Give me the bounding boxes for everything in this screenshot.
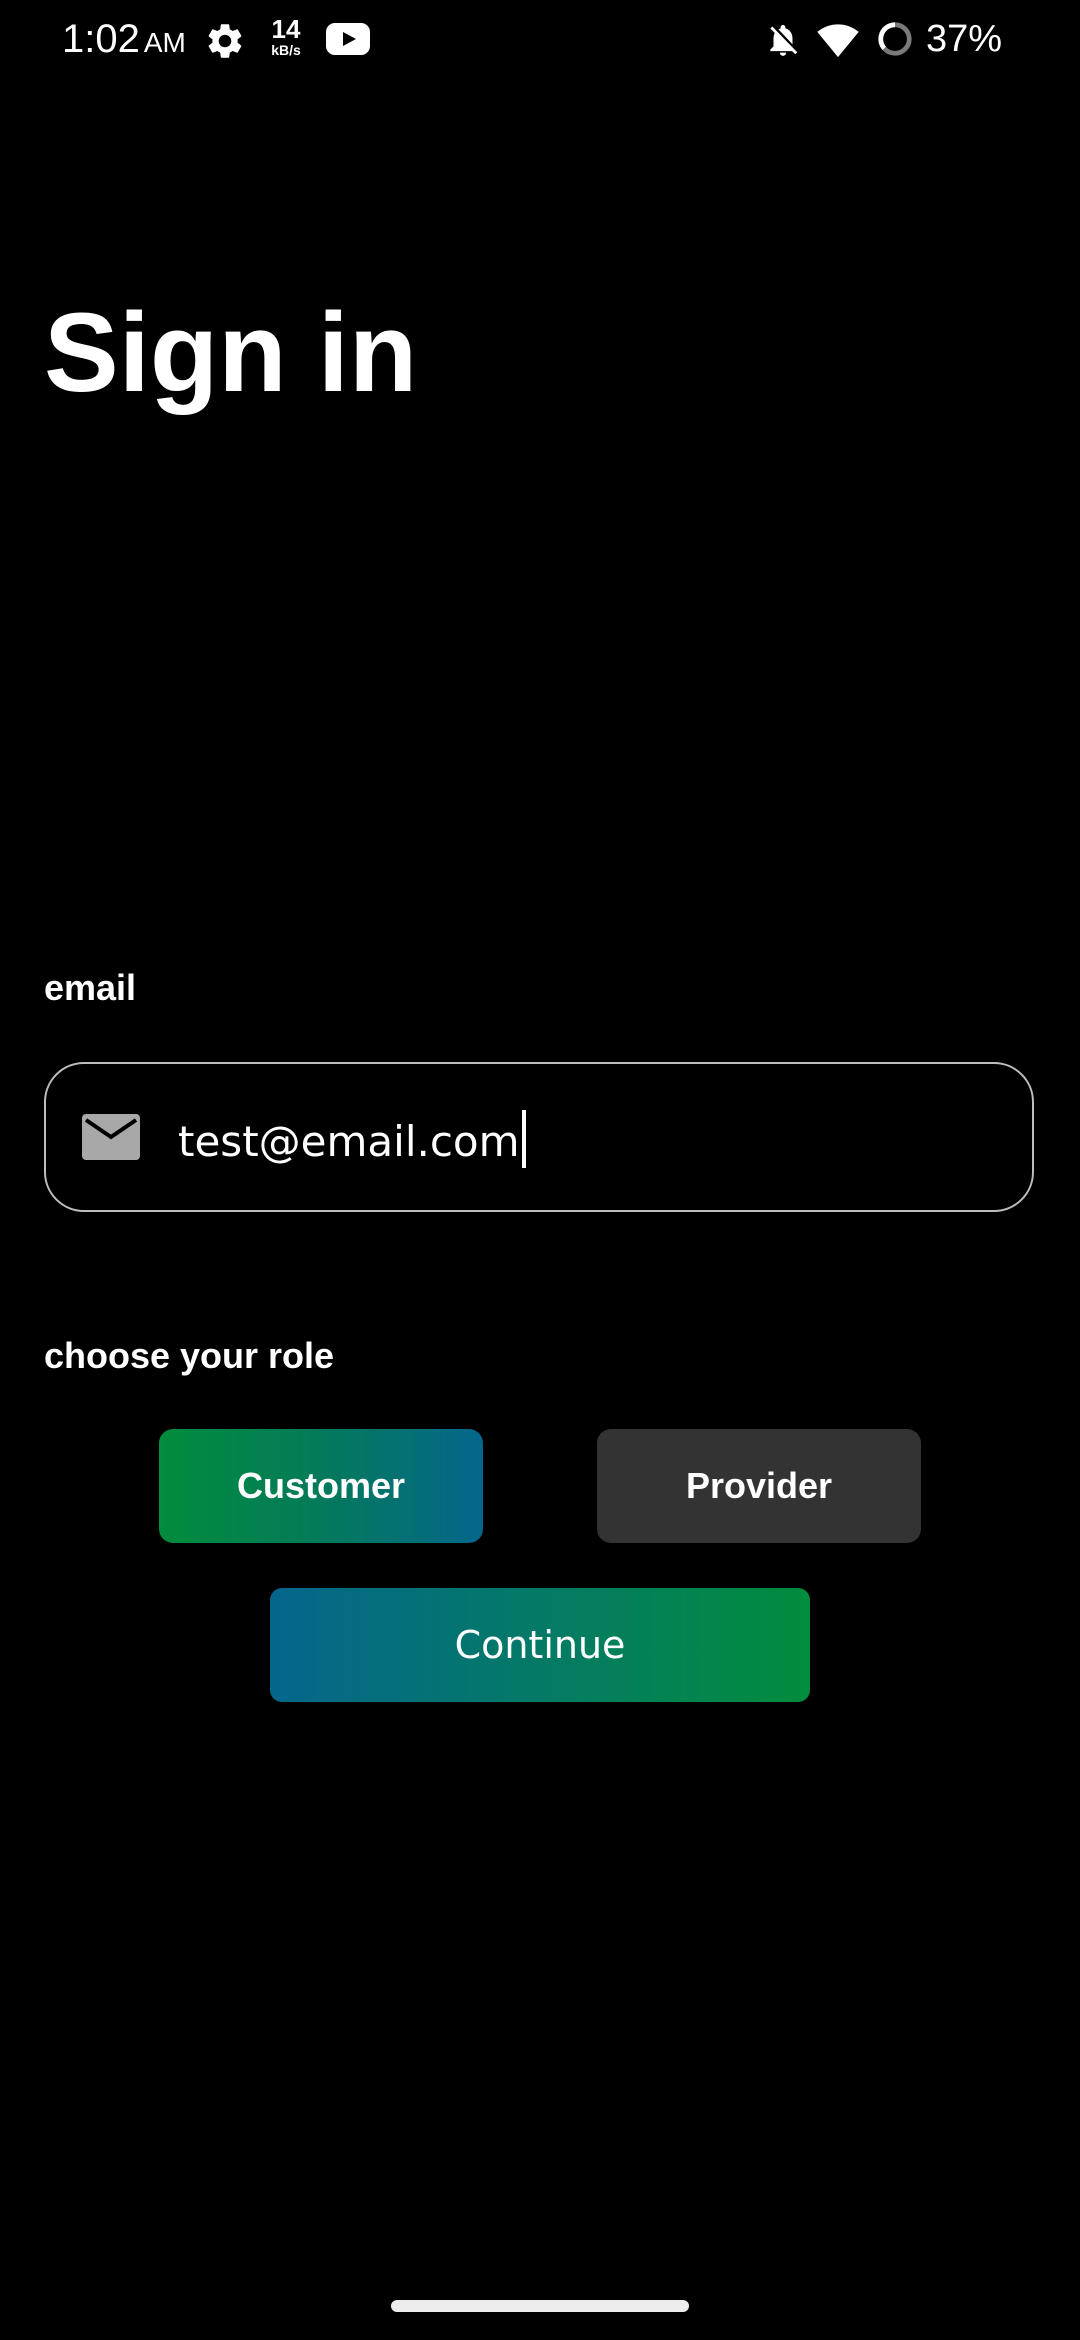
email-value-text: test@email.com <box>178 1117 520 1166</box>
email-label: email <box>44 967 137 1008</box>
battery-percent: 37% <box>926 18 1003 60</box>
email-field[interactable]: test@email.com <box>44 1062 1034 1212</box>
role-provider-button[interactable]: Provider <box>597 1429 921 1543</box>
battery-saver-icon <box>878 22 912 56</box>
bell-off-icon <box>770 24 798 56</box>
role-customer-button[interactable]: Customer <box>159 1429 483 1543</box>
home-indicator[interactable] <box>391 2300 689 2312</box>
status-time: 1:02 AM <box>62 17 186 61</box>
continue-button[interactable]: Continue <box>270 1588 810 1702</box>
gear-icon <box>208 24 242 58</box>
wifi-icon <box>817 24 859 58</box>
mail-icon <box>82 1114 140 1160</box>
youtube-icon <box>326 23 370 55</box>
page-title: Sign in <box>44 290 418 415</box>
text-cursor <box>521 1110 526 1168</box>
status-bar: 1:02 AM 14 kB/s 37% <box>0 0 1080 80</box>
email-input[interactable]: test@email.com <box>178 1110 526 1170</box>
network-speed: 14 kB/s <box>271 14 301 58</box>
role-label: choose your role <box>44 1335 335 1376</box>
